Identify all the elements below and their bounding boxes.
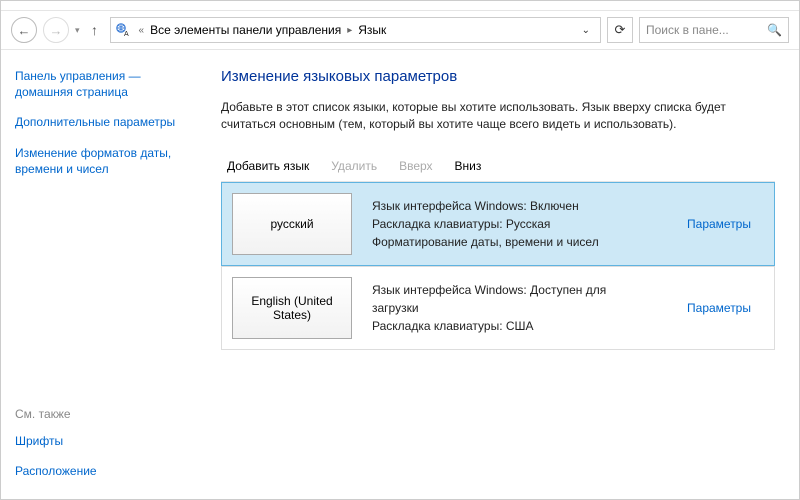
forward-button[interactable]: → xyxy=(43,17,69,43)
recent-dropdown-icon[interactable]: ▾ xyxy=(75,25,80,36)
intro-text: Добавьте в этот список языки, которые вы… xyxy=(221,99,775,133)
language-toolbar: Добавить язык Удалить Вверх Вниз xyxy=(221,151,775,182)
arrow-up-icon: ↑ xyxy=(91,22,98,38)
language-info: Язык интерфейса Windows: Доступен для за… xyxy=(362,267,664,349)
move-down-button[interactable]: Вниз xyxy=(455,159,482,173)
chevron-left-icon: « xyxy=(137,25,147,36)
back-button[interactable]: ← xyxy=(11,17,37,43)
info-line: Язык интерфейса Windows: Включен xyxy=(372,197,654,215)
main-content: Изменение языковых параметров Добавьте в… xyxy=(211,50,799,500)
address-bar[interactable]: A « Все элементы панели управления ▸ Язы… xyxy=(110,17,601,43)
sidebar-location-link[interactable]: Расположение xyxy=(15,463,197,479)
breadcrumb-all-items[interactable]: Все элементы панели управления xyxy=(146,23,345,37)
info-line: Язык интерфейса Windows: Доступен для за… xyxy=(372,281,654,317)
search-icon: 🔍 xyxy=(767,23,782,37)
search-input[interactable]: Поиск в пане... 🔍 xyxy=(639,17,789,43)
search-placeholder: Поиск в пане... xyxy=(646,23,729,37)
info-line: Форматирование даты, времени и чисел xyxy=(372,233,654,251)
language-tile: русский xyxy=(232,193,352,255)
info-line: Раскладка клавиатуры: Русская xyxy=(372,215,654,233)
globe-language-icon: A xyxy=(115,21,133,39)
svg-text:A: A xyxy=(124,31,129,38)
sidebar-home-link[interactable]: Панель управления — домашняя страница xyxy=(15,68,197,100)
language-options-link[interactable]: Параметры xyxy=(687,217,751,231)
info-line: Раскладка клавиатуры: США xyxy=(372,317,654,335)
breadcrumb-language[interactable]: Язык xyxy=(354,23,390,37)
add-language-button[interactable]: Добавить язык xyxy=(227,159,309,173)
arrow-right-icon: → xyxy=(50,23,63,38)
refresh-button[interactable]: ⟳ xyxy=(607,17,633,43)
arrow-left-icon: ← xyxy=(18,23,31,38)
remove-language-button[interactable]: Удалить xyxy=(331,159,377,173)
sidebar-fonts-link[interactable]: Шрифты xyxy=(15,433,197,449)
sidebar-formats-link[interactable]: Изменение форматов даты, времени и чисел xyxy=(15,145,197,177)
language-list: русский Язык интерфейса Windows: Включен… xyxy=(221,182,775,350)
chevron-down-icon[interactable]: ⌄ xyxy=(576,25,596,36)
page-title: Изменение языковых параметров xyxy=(221,68,775,85)
sidebar-advanced-link[interactable]: Дополнительные параметры xyxy=(15,114,197,130)
sidebar: Панель управления — домашняя страница До… xyxy=(1,50,211,500)
move-up-button[interactable]: Вверх xyxy=(399,159,432,173)
see-also-label: См. также xyxy=(15,407,197,421)
up-button[interactable]: ↑ xyxy=(86,21,104,39)
language-options-link[interactable]: Параметры xyxy=(687,301,751,315)
refresh-icon: ⟳ xyxy=(615,22,626,38)
chevron-right-icon: ▸ xyxy=(345,25,354,36)
language-info: Язык интерфейса Windows: Включен Расклад… xyxy=(362,183,664,265)
language-row-russian[interactable]: русский Язык интерфейса Windows: Включен… xyxy=(221,182,775,266)
language-row-english-us[interactable]: English (United States) Язык интерфейса … xyxy=(221,266,775,350)
navigation-bar: ← → ▾ ↑ A « Все элементы панели управлен… xyxy=(1,11,799,50)
language-tile: English (United States) xyxy=(232,277,352,339)
